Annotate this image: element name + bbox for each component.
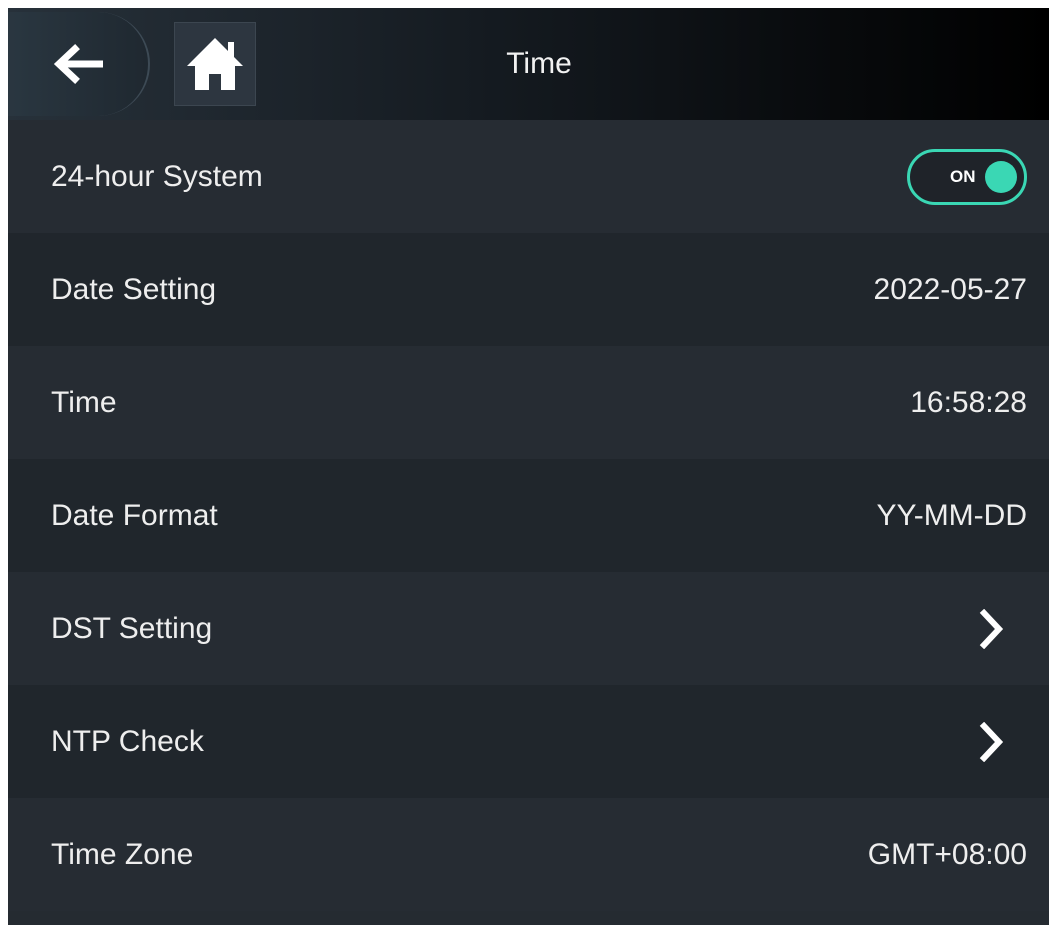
back-button[interactable] bbox=[8, 12, 150, 116]
chevron-right-icon bbox=[979, 721, 1004, 762]
toggle-state-text: ON bbox=[950, 166, 976, 186]
toggle-knob bbox=[985, 160, 1017, 193]
page-title: Time bbox=[506, 47, 572, 80]
header-bar: Time bbox=[8, 8, 1049, 120]
setting-row-ntp-check[interactable]: NTP Check bbox=[8, 685, 1049, 798]
arrow-left-icon bbox=[53, 44, 103, 84]
chevron-right-icon bbox=[979, 608, 1004, 649]
setting-label: Date Setting bbox=[51, 272, 217, 306]
setting-row-time[interactable]: Time 16:58:28 bbox=[8, 346, 1049, 459]
setting-label: Time Zone bbox=[51, 837, 194, 871]
device-screen: Time 24-hour System ON Date Setting 2022… bbox=[8, 8, 1049, 925]
date-value: 2022-05-27 bbox=[873, 272, 1027, 306]
setting-row-dst-setting[interactable]: DST Setting bbox=[8, 572, 1049, 685]
home-button[interactable] bbox=[174, 22, 256, 106]
time-zone-value: GMT+08:00 bbox=[867, 837, 1027, 871]
setting-label: DST Setting bbox=[51, 611, 213, 645]
setting-label: Date Format bbox=[51, 498, 218, 532]
setting-row-date-format[interactable]: Date Format YY-MM-DD bbox=[8, 459, 1049, 572]
settings-list: 24-hour System ON Date Setting 2022-05-2… bbox=[8, 120, 1049, 911]
setting-label: NTP Check bbox=[51, 724, 204, 758]
setting-label: Time bbox=[51, 385, 117, 419]
24-hour-toggle[interactable]: ON bbox=[907, 148, 1027, 205]
time-value: 16:58:28 bbox=[910, 385, 1027, 419]
setting-row-time-zone[interactable]: Time Zone GMT+08:00 bbox=[8, 798, 1049, 911]
date-format-value: YY-MM-DD bbox=[876, 498, 1027, 532]
setting-row-date-setting[interactable]: Date Setting 2022-05-27 bbox=[8, 233, 1049, 346]
home-icon bbox=[187, 38, 243, 90]
setting-label: 24-hour System bbox=[51, 159, 263, 193]
setting-row-24-hour-system[interactable]: 24-hour System ON bbox=[8, 120, 1049, 233]
